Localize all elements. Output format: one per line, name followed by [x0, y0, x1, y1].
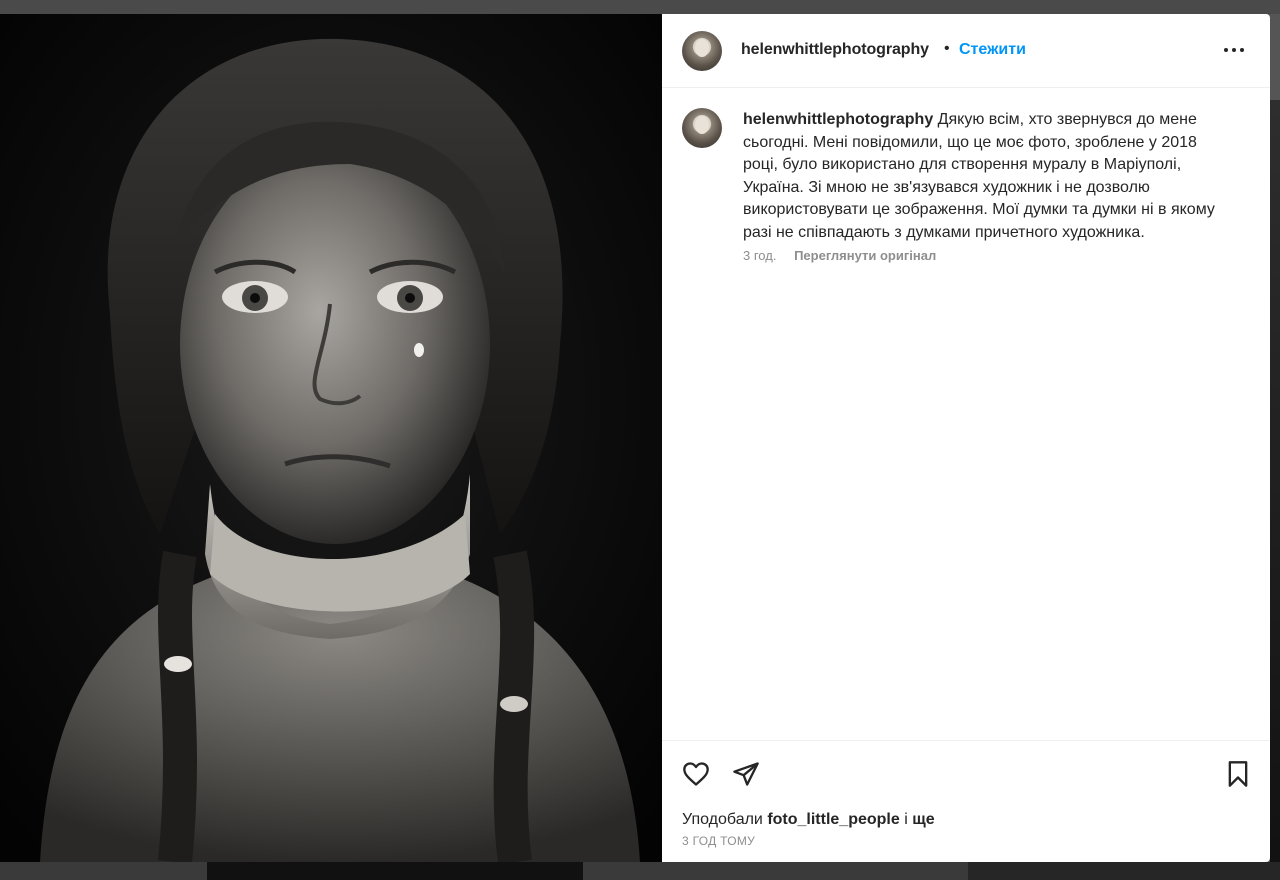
- backdrop-top-strip: [0, 0, 1280, 14]
- liked-by-user[interactable]: foto_little_people: [767, 811, 899, 828]
- liked-by-and: і: [904, 811, 908, 828]
- post-photo: [0, 14, 662, 862]
- post-timestamp: 3 ГОД ТОМУ: [682, 834, 756, 848]
- post-detail-panel: helenwhittlephotography • Стежити helenw…: [662, 14, 1270, 862]
- backdrop-bottom-strip: [0, 862, 1280, 880]
- caption-text: Дякую всім, хто звернувся до мене сьогод…: [743, 111, 1215, 241]
- post-actions: Уподобали foto_little_people і ще 3 ГОД …: [662, 740, 1270, 862]
- caption-text-block: helenwhittlephotography Дякую всім, хто …: [743, 109, 1233, 244]
- bookmark-icon[interactable]: [1224, 760, 1252, 788]
- caption-author-avatar[interactable]: [682, 108, 722, 148]
- see-original-link[interactable]: Переглянути оригінал: [794, 248, 936, 263]
- paper-plane-icon[interactable]: [732, 760, 760, 788]
- liked-by-line: Уподобали foto_little_people і ще: [682, 811, 935, 829]
- author-avatar[interactable]: [682, 31, 722, 71]
- caption-meta: 3 год. Переглянути оригінал: [743, 248, 936, 263]
- next-post-thumbnail: [207, 862, 583, 880]
- backdrop-right-strip: [1270, 100, 1280, 880]
- caption-username[interactable]: helenwhittlephotography: [743, 111, 933, 128]
- follow-button[interactable]: Стежити: [959, 41, 1026, 59]
- liked-by-more-link[interactable]: ще: [912, 811, 934, 828]
- liked-by-prefix: Уподобали: [682, 811, 763, 828]
- author-username[interactable]: helenwhittlephotography: [741, 41, 929, 59]
- separator-dot: •: [944, 40, 950, 57]
- heart-icon[interactable]: [682, 760, 710, 788]
- caption-age: 3 год.: [743, 248, 777, 263]
- next-post-thumbnail-2: [968, 862, 1280, 880]
- post-header: helenwhittlephotography • Стежити: [662, 14, 1270, 88]
- more-options-icon[interactable]: [1224, 42, 1248, 58]
